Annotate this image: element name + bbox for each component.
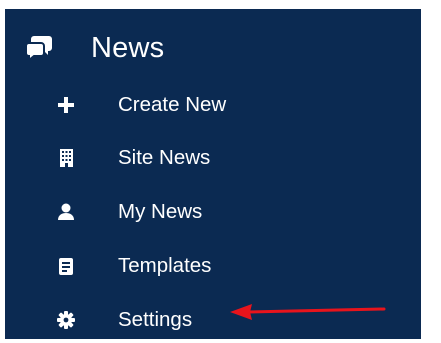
menu-item-create-new[interactable]: Create New (5, 84, 415, 128)
menu-item-label: Site News (118, 146, 211, 169)
page-title: News (91, 32, 165, 64)
menu-item-settings[interactable]: Settings (5, 299, 415, 343)
news-sidebar-panel: News Create New Site News My News Templa… (5, 9, 421, 339)
chat-bubbles-icon (25, 36, 52, 61)
document-icon (59, 258, 73, 275)
news-section-header[interactable]: News (5, 23, 421, 73)
menu-item-my-news[interactable]: My News (5, 191, 415, 235)
menu-item-label: Settings (118, 308, 193, 331)
gear-icon (57, 311, 75, 329)
plus-icon (58, 97, 74, 113)
menu-item-label: My News (118, 200, 203, 223)
menu-item-label: Templates (118, 254, 212, 277)
menu-item-site-news[interactable]: Site News (5, 137, 415, 181)
menu-item-templates[interactable]: Templates (5, 245, 415, 289)
building-icon (60, 149, 73, 167)
menu-item-label: Create New (118, 93, 227, 116)
user-icon (58, 203, 74, 220)
